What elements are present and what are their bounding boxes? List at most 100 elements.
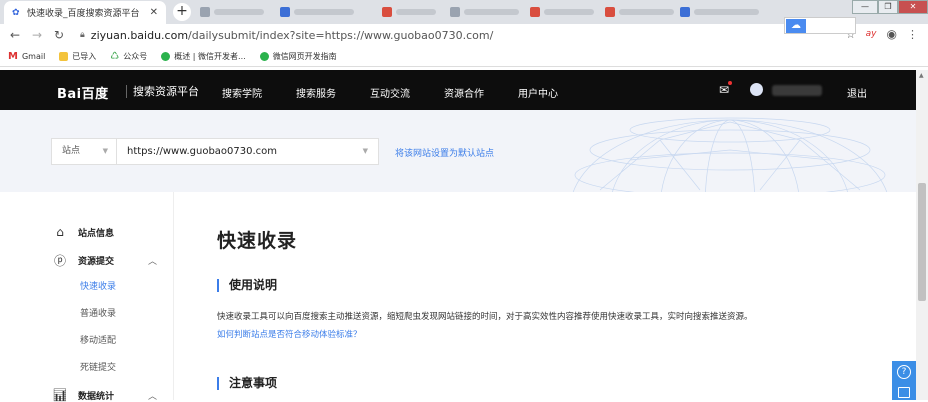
home-icon: ⌂ [56,225,64,239]
nav-community[interactable]: 互动交流 [370,85,410,100]
mail-icon[interactable]: ✉ [719,81,733,97]
url-host: ziyuan.baidu.com [90,28,189,42]
sidebar-sub-mobile-adapt[interactable]: 移动适配 [80,333,116,346]
submit-icon: ⓟ [53,254,66,268]
bookmark-label: 概述 | 微信开发者... [174,52,246,61]
sidebar-item-submit[interactable]: ⓟ 资源提交 ︿ [52,252,157,269]
nav-academy[interactable]: 搜索学院 [222,85,262,100]
page-scrollbar[interactable]: ▲ [916,70,928,400]
tab-favicon-icon [200,7,210,17]
tab-active[interactable]: ✿ 快速收录_百度搜索资源平台 ✕ [4,1,166,24]
nav-services[interactable]: 搜索服务 [296,85,336,100]
notification-dot [728,81,733,85]
chevron-down-icon: ▼ [102,147,108,155]
scrollbar-thumb[interactable] [918,183,926,301]
sidebar-sub-normal-index[interactable]: 普通收录 [80,306,116,319]
url-path: /dailysubmit/index?site=https://www.guob… [188,28,494,42]
forward-arrow-icon[interactable]: → [28,28,46,42]
nav-user-center[interactable]: 用户中心 [518,85,558,100]
baidu-logo[interactable]: Bai百度 [57,83,109,102]
bookmark-label: 微信网页开发指南 [272,52,337,61]
bookmark-gmail[interactable]: M Gmail [8,51,45,62]
baidu-extension-popup[interactable]: ☁ [784,17,856,34]
wechat-icon [161,52,171,61]
sidebar-item-label: 资源提交 [78,257,115,267]
main-content: 快速收录 使用说明 快速收录工具可以向百度搜索主动推送资源，缩短爬虫发现网站链接… [175,192,916,400]
background-tab[interactable] [530,3,594,21]
section-notes-heading: 注意事项 [217,377,277,390]
site-select[interactable]: https://www.guobao0730.com ▼ [117,138,379,165]
wechat-icon [259,52,269,61]
site-type-value: 站点 [62,146,81,156]
avatar[interactable] [750,83,763,96]
background-tab[interactable] [200,3,264,21]
tab-close-icon[interactable]: ✕ [150,7,158,18]
bookmark-web-guide[interactable]: 微信网页开发指南 [259,51,337,62]
tab-favicon-icon [680,7,690,17]
background-tab[interactable] [605,3,674,21]
top-nav: 搜索学院 搜索服务 互动交流 资源合作 用户中心 [222,85,558,100]
help-icon[interactable]: ? [897,365,911,379]
back-arrow-icon[interactable]: ← [6,28,24,42]
page-title: 快速收录 [217,230,298,252]
blurred-tab-title [464,9,519,15]
extension-icon[interactable]: ay [866,29,877,39]
sidebar-sub-dead-links[interactable]: 死链提交 [80,360,116,373]
reload-icon[interactable]: ↻ [50,28,68,42]
lock-icon: 🔒︎ [80,30,85,40]
tab-favicon-icon [530,7,540,17]
blurred-tab-title [544,9,594,15]
tab-favicon-icon [450,7,460,17]
blurred-tab-title [214,9,264,15]
bookmark-dev-overview[interactable]: 概述 | 微信开发者... [161,51,246,62]
bookmark-label: 已导入 [72,52,97,61]
tab-title: 快速收录_百度搜索资源平台 [27,9,140,19]
account-icon[interactable]: ◉ [887,27,897,41]
menu-dots-icon[interactable]: ⋮ [907,28,918,41]
blurred-tab-title [619,9,674,15]
sidebar: ⌂ 站点信息 ⓟ 资源提交 ︿ 快速收录 普通收录 移动适配 死链提交 📊︎ 数据统计 ︿ [0,192,174,402]
blurred-tab-title [396,9,436,15]
sidebar-sub-quick-index[interactable]: 快速收录 [80,279,116,292]
close-window-button[interactable]: ✕ [898,0,928,14]
site-header: Bai百度 搜索资源平台 搜索学院 搜索服务 互动交流 资源合作 用户中心 ✉ … [0,70,916,110]
url-field[interactable]: 🔒︎ ziyuan.baidu.com/dailysubmit/index?si… [80,29,493,42]
mobile-standard-link[interactable]: 如何判断站点是否符合移动体验标准？ [217,328,362,340]
site-select-value: https://www.guobao0730.com [127,146,278,157]
background-tab[interactable] [450,3,519,21]
minimize-button[interactable]: — [852,0,878,14]
username-blurred [772,85,822,96]
site-banner: 站点 ▼ https://www.guobao0730.com ▼ 将该网站设置为默… [0,110,916,192]
sidebar-item-label: 站点信息 [78,228,115,239]
tab-favicon-icon [280,7,290,17]
section-usage-heading: 使用说明 [217,279,277,292]
site-type-select[interactable]: 站点 ▼ [51,138,117,165]
wechat-icon: ♺ [110,51,120,62]
new-tab-button[interactable]: + [173,3,191,21]
bookmark-label: 公众号 [123,52,148,61]
baidu-cloud-icon: ☁ [786,19,806,33]
nav-cooperation[interactable]: 资源合作 [444,85,484,100]
maximize-button[interactable]: ❐ [878,0,898,14]
background-tab[interactable] [680,3,759,21]
platform-name: 搜索资源平台 [126,85,199,98]
gmail-icon: M [8,51,18,62]
bookmark-public-account[interactable]: ♺ 公众号 [110,51,147,62]
tab-favicon-icon [382,7,392,17]
logout-link[interactable]: 退出 [847,85,867,100]
tab-favicon-icon [605,7,615,17]
feedback-icon[interactable] [898,387,910,398]
blurred-tab-title [294,9,354,15]
blurred-tab-title [694,9,759,15]
bookmarks-bar: M Gmail 已导入 ♺ 公众号 概述 | 微信开发者... 微信网页开发指南 [0,47,928,67]
bookmark-imported[interactable]: 已导入 [59,51,96,62]
sidebar-item-site-info[interactable]: ⌂ 站点信息 [52,225,114,239]
chevron-up-icon: ︿ [148,257,158,267]
set-default-site-link[interactable]: 将该网站设置为默认站点 [395,146,494,159]
background-tab[interactable] [382,3,436,21]
globe-graphic [572,117,888,192]
floating-help-panel: ? [892,361,916,400]
background-tab[interactable] [280,3,354,21]
folder-icon [59,52,69,61]
scroll-up-icon[interactable]: ▲ [919,72,924,79]
